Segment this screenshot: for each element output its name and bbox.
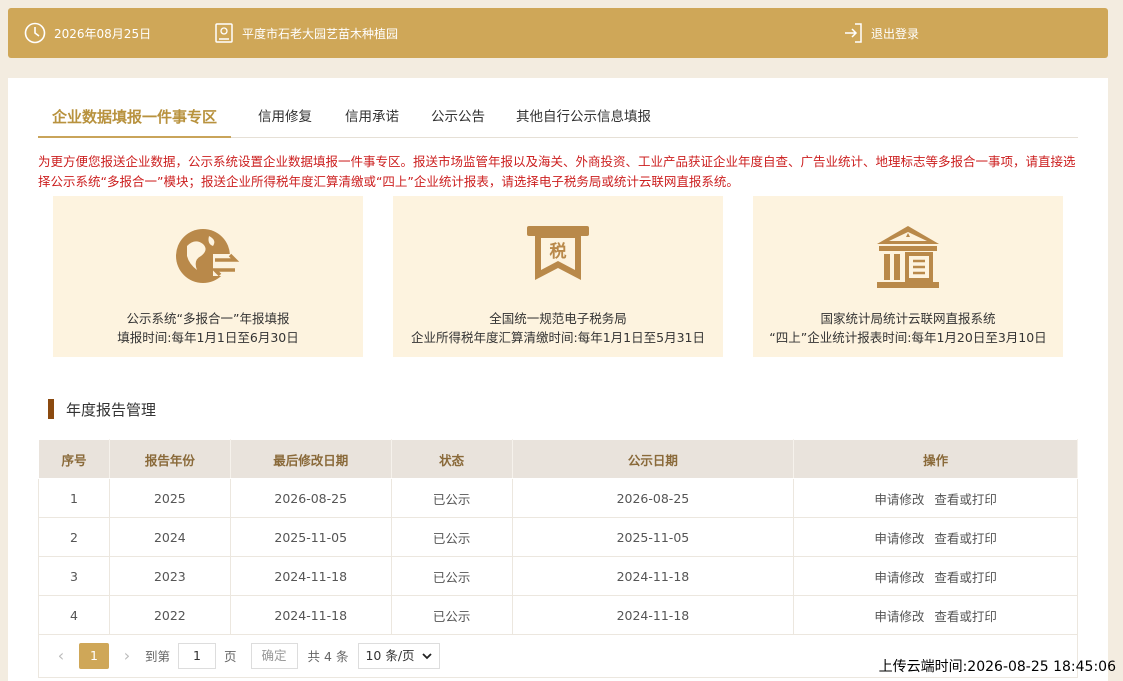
- header-actions: 操作: [793, 439, 1078, 479]
- header-status: 状态: [390, 439, 513, 479]
- header-no: 序号: [38, 439, 110, 479]
- section-marker: [48, 399, 54, 419]
- cell-modified: 2024-11-18: [230, 595, 392, 635]
- tab-bar: 企业数据填报一件事专区 信用修复 信用承诺 公示公告 其他自行公示信息填报: [38, 100, 1078, 138]
- tab-credit-repair[interactable]: 信用修复: [258, 100, 312, 138]
- tab-other-disclosure[interactable]: 其他自行公示信息填报: [516, 100, 651, 138]
- cell-year: 2025: [109, 478, 231, 518]
- tab-credit-commitment[interactable]: 信用承诺: [345, 100, 399, 138]
- card-title: 公示系统“多报合一”年报填报: [126, 311, 290, 326]
- cell-actions: 申请修改 查看或打印: [793, 517, 1078, 557]
- view-print-link[interactable]: 查看或打印: [934, 492, 997, 507]
- upload-time-watermark: 上传云端时间:2026-08-25 18:45:06: [878, 659, 1116, 675]
- page-size-select[interactable]: 10 条/页: [358, 642, 440, 669]
- tab-enterprise-data[interactable]: 企业数据填报一件事专区: [38, 100, 232, 138]
- cell-year: 2023: [109, 556, 231, 596]
- card-time: “四上”企业统计报表时间:每年1月20日至3月10日: [769, 330, 1047, 345]
- logout-label: 退出登录: [871, 26, 920, 41]
- cell-no: 2: [38, 517, 110, 557]
- cell-status: 已公示: [391, 595, 513, 635]
- card-tax-bureau[interactable]: 税 全国统一规范电子税务局 企业所得税年度汇算清缴时间:每年1月1日至5月31日: [393, 196, 723, 357]
- prev-page-icon[interactable]: ‹: [51, 646, 71, 665]
- cell-actions: 申请修改 查看或打印: [793, 556, 1078, 596]
- section-title-text: 年度报告管理: [66, 400, 157, 419]
- company-name: 平度市石老大园艺苗木种植园: [242, 26, 399, 41]
- total-count: 共 4 条: [307, 649, 349, 664]
- main-panel: 企业数据填报一件事专区 信用修复 信用承诺 公示公告 其他自行公示信息填报 为更…: [8, 78, 1108, 681]
- company-display: 平度市石老大园艺苗木种植园: [214, 8, 398, 58]
- cell-modified: 2024-11-18: [230, 556, 392, 596]
- cell-year: 2024: [109, 517, 231, 557]
- apply-modify-link[interactable]: 申请修改: [874, 531, 924, 546]
- tax-icon: 税: [523, 224, 593, 292]
- cell-status: 已公示: [391, 556, 513, 596]
- goto-page-input[interactable]: 1: [178, 642, 217, 669]
- id-badge-icon: [215, 23, 233, 43]
- header-published: 公示日期: [511, 439, 795, 479]
- card-title: 全国统一规范电子税务局: [489, 311, 627, 326]
- header-modified: 最后修改日期: [229, 439, 392, 479]
- cell-actions: 申请修改 查看或打印: [793, 595, 1078, 635]
- cell-published: 2024-11-18: [512, 556, 795, 596]
- table-row: 4 2022 2024-11-18 已公示 2024-11-18 申请修改 查看…: [38, 595, 1078, 635]
- next-page-icon[interactable]: ›: [117, 646, 137, 665]
- header-year: 报告年份: [108, 439, 231, 479]
- table-row: 3 2023 2024-11-18 已公示 2024-11-18 申请修改 查看…: [38, 556, 1078, 596]
- globe-exchange-icon: [173, 224, 243, 292]
- logout-icon: [845, 23, 862, 43]
- section-title: 年度报告管理: [48, 398, 156, 420]
- cell-status: 已公示: [391, 478, 513, 518]
- goto-suffix: 页: [224, 649, 237, 664]
- card-title: 国家统计局统计云联网直报系统: [820, 311, 996, 326]
- clock-icon: [24, 22, 46, 44]
- cell-status: 已公示: [391, 517, 513, 557]
- tab-public-notice[interactable]: 公示公告: [431, 100, 485, 138]
- page-1-button[interactable]: 1: [79, 642, 109, 669]
- top-bar: 2026年08月25日 平度市石老大园艺苗木种植园 退出登录: [8, 8, 1108, 58]
- cell-published: 2024-11-18: [512, 595, 795, 635]
- logout-button[interactable]: 退出登录: [843, 8, 919, 58]
- government-building-icon: [873, 224, 943, 294]
- cell-no: 3: [38, 556, 110, 596]
- notice-text: 为更方便您报送企业数据，公示系统设置企业数据填报一件事专区。报送市场监管年报以及…: [38, 154, 1076, 189]
- cell-no: 1: [38, 478, 110, 518]
- card-time: 填报时间:每年1月1日至6月30日: [117, 330, 299, 345]
- view-print-link[interactable]: 查看或打印: [934, 570, 997, 585]
- card-statistics-system[interactable]: 国家统计局统计云联网直报系统 “四上”企业统计报表时间:每年1月20日至3月10…: [753, 196, 1063, 357]
- cell-modified: 2025-11-05: [230, 517, 392, 557]
- cell-actions: 申请修改 查看或打印: [793, 478, 1078, 518]
- page-size-value: 10 条/页: [365, 647, 415, 663]
- date-text: 2026年08月25日: [54, 26, 152, 41]
- goto-confirm-button[interactable]: 确定: [250, 642, 298, 669]
- table-header-row: 序号 报告年份 最后修改日期 状态 公示日期 操作: [38, 439, 1078, 479]
- goto-prefix: 到第: [145, 649, 171, 664]
- table-row: 2 2024 2025-11-05 已公示 2025-11-05 申请修改 查看…: [38, 517, 1078, 557]
- view-print-link[interactable]: 查看或打印: [934, 531, 997, 546]
- date-display: 2026年08月25日: [24, 8, 151, 58]
- svg-text:税: 税: [550, 241, 567, 262]
- apply-modify-link[interactable]: 申请修改: [874, 492, 924, 507]
- card-annual-report[interactable]: 公示系统“多报合一”年报填报 填报时间:每年1月1日至6月30日: [53, 196, 363, 357]
- cell-published: 2025-11-05: [512, 517, 795, 557]
- cell-published: 2026-08-25: [512, 478, 795, 518]
- cell-modified: 2026-08-25: [230, 478, 392, 518]
- table-row: 1 2025 2026-08-25 已公示 2026-08-25 申请修改 查看…: [38, 478, 1078, 518]
- cell-no: 4: [38, 595, 110, 635]
- apply-modify-link[interactable]: 申请修改: [874, 609, 924, 624]
- annual-report-table: 序号 报告年份 最后修改日期 状态 公示日期 操作 1 2025 2026-08…: [38, 439, 1078, 635]
- card-time: 企业所得税年度汇算清缴时间:每年1月1日至5月31日: [411, 330, 705, 345]
- view-print-link[interactable]: 查看或打印: [934, 609, 997, 624]
- cell-year: 2022: [109, 595, 231, 635]
- apply-modify-link[interactable]: 申请修改: [874, 570, 924, 585]
- chevron-down-icon: [421, 652, 432, 659]
